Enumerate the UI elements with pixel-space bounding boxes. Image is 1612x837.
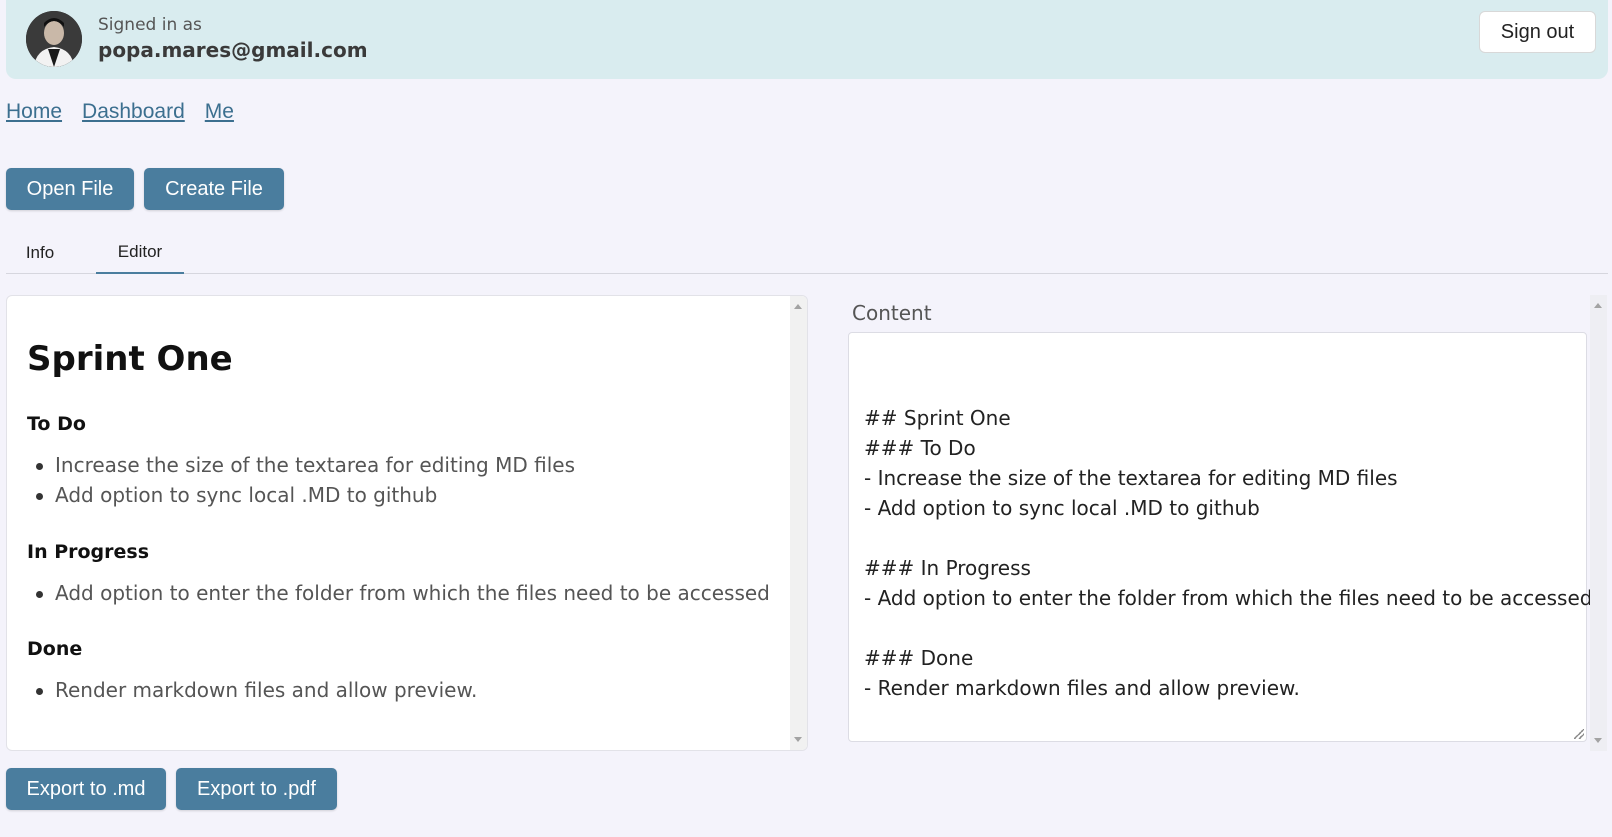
tab-info[interactable]: Info (6, 232, 74, 274)
preview-list-in-progress: Add option to enter the folder from whic… (36, 578, 770, 608)
create-file-button[interactable]: Create File (144, 168, 284, 210)
sign-out-button[interactable]: Sign out (1479, 11, 1596, 53)
account-header: Signed in as popa.mares@gmail.com Sign o… (6, 0, 1608, 79)
nav-link-home[interactable]: Home (6, 100, 62, 124)
nav-link-dashboard[interactable]: Dashboard (82, 100, 185, 124)
list-item: Add option to enter the folder from whic… (36, 578, 770, 608)
list-item: Increase the size of the textarea for ed… (36, 450, 575, 480)
preview-heading-todo: To Do (27, 413, 86, 435)
export-pdf-button[interactable]: Export to .pdf (176, 768, 337, 810)
content-textarea-value[interactable]: ## Sprint One ### To Do - Increase the s… (864, 403, 1592, 703)
avatar (26, 11, 82, 67)
scroll-up-arrow-icon[interactable] (794, 304, 802, 309)
content-textarea[interactable]: ## Sprint One ### To Do - Increase the s… (848, 332, 1592, 742)
preview-heading-done: Done (27, 638, 83, 660)
tab-editor[interactable]: Editor (96, 232, 184, 274)
main-nav: Home Dashboard Me (6, 100, 234, 124)
markdown-preview: Sprint One To Do Increase the size of th… (6, 295, 808, 751)
signed-in-label: Signed in as (98, 15, 202, 35)
preview-list-todo: Increase the size of the textarea for ed… (36, 450, 575, 510)
preview-list-done: Render markdown files and allow preview. (35, 675, 477, 705)
preview-heading-in-progress: In Progress (27, 541, 150, 563)
preview-title: Sprint One (27, 339, 233, 379)
content-label: Content (852, 301, 932, 325)
resize-grip-icon[interactable] (1574, 729, 1584, 739)
export-md-button[interactable]: Export to .md (6, 768, 166, 810)
nav-link-me[interactable]: Me (205, 100, 234, 124)
scroll-down-arrow-icon[interactable] (794, 737, 802, 742)
list-item: Render markdown files and allow preview. (35, 675, 477, 705)
tab-bar: Info Editor (6, 232, 1608, 274)
editor-panel-scrollbar[interactable] (1590, 295, 1607, 751)
scroll-down-arrow-icon[interactable] (1594, 738, 1602, 743)
preview-scrollbar[interactable] (790, 296, 807, 750)
scroll-up-arrow-icon[interactable] (1594, 303, 1602, 308)
user-email: popa.mares@gmail.com (98, 38, 368, 62)
open-file-button[interactable]: Open File (6, 168, 134, 210)
list-item: Add option to sync local .MD to github (36, 480, 575, 510)
